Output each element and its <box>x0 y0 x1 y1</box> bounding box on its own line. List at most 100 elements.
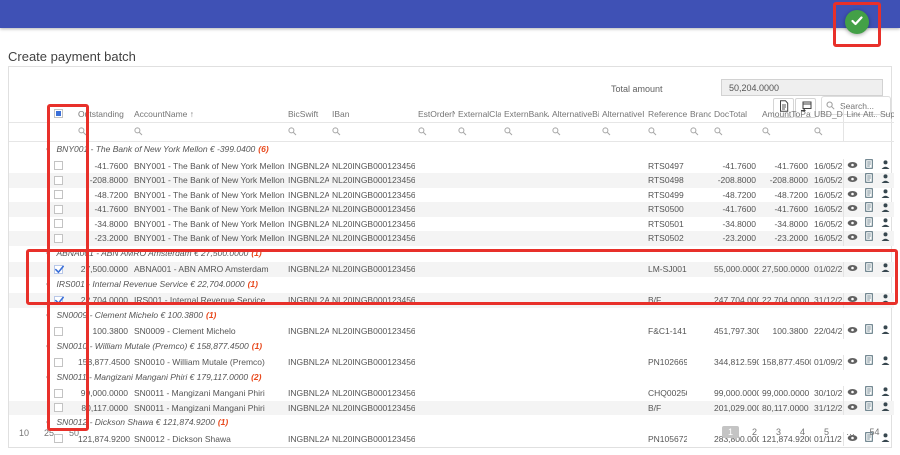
table-row[interactable]: -34.8000BNY001 - The Bank of New York Me… <box>9 217 894 232</box>
row-action-cell[interactable] <box>843 202 860 217</box>
select-all-checkbox[interactable] <box>54 109 63 118</box>
row-action-cell[interactable] <box>877 293 894 308</box>
row-action-cell[interactable] <box>877 262 894 277</box>
group-row[interactable]: ▾SN0011 - Mangizani Mangani Phiri € 179,… <box>9 370 894 387</box>
row-action-cell[interactable] <box>843 217 860 232</box>
attachment-icon[interactable] <box>865 264 873 274</box>
table-row[interactable]: 80,117.0000SN0011 - Mangizani Mangani Ph… <box>9 401 894 416</box>
checkbox-cell[interactable] <box>41 401 75 416</box>
column-header-bic[interactable]: BicSwift <box>285 105 329 123</box>
collapse-group-icon[interactable]: ▾ <box>46 282 50 289</box>
table-row[interactable]: 100.3800SN0009 - Clement MicheloINGBNL2A… <box>9 324 894 339</box>
row-checkbox[interactable] <box>54 296 63 305</box>
page-button-2[interactable]: 2 <box>746 426 763 438</box>
table-row[interactable]: 158,877.4500SN0010 - William Mutale (Pre… <box>9 355 894 370</box>
row-action-cell[interactable] <box>860 231 877 246</box>
row-action-cell[interactable] <box>860 159 877 174</box>
supplier-icon[interactable] <box>881 233 890 243</box>
view-lines-icon[interactable] <box>847 190 858 200</box>
group-row[interactable]: ▾IRS001 - Internal Revenue Service € 22,… <box>9 277 894 294</box>
row-action-cell[interactable] <box>877 159 894 174</box>
view-lines-icon[interactable] <box>847 295 858 305</box>
row-action-cell[interactable] <box>877 217 894 232</box>
row-action-cell[interactable] <box>877 324 894 339</box>
column-header-altbic[interactable]: AlternativeBicSwift <box>549 105 599 123</box>
supplier-icon[interactable] <box>881 190 890 200</box>
attachment-icon[interactable] <box>865 326 873 336</box>
filter-cell-extclaim[interactable] <box>455 123 501 142</box>
row-action-cell[interactable] <box>877 202 894 217</box>
supplier-icon[interactable] <box>881 357 890 367</box>
row-checkbox[interactable] <box>54 403 63 412</box>
column-header-lines[interactable]: Lines <box>843 105 860 123</box>
filter-cell-altbic[interactable] <box>549 123 599 142</box>
table-row[interactable]: 22,704.0000IRS001 - Internal Revenue Ser… <box>9 293 894 308</box>
table-row[interactable]: -41.7600BNY001 - The Bank of New York Me… <box>9 159 894 174</box>
attachment-icon[interactable] <box>865 233 873 243</box>
attachment-icon[interactable] <box>865 204 873 214</box>
row-action-cell[interactable] <box>843 231 860 246</box>
row-action-cell[interactable] <box>843 159 860 174</box>
group-row[interactable]: ▾SN0009 - Clement Michelo € 100.3800(1) <box>9 308 894 325</box>
collapse-group-icon[interactable]: ▾ <box>46 375 50 382</box>
filter-cell-amount[interactable] <box>759 123 811 142</box>
row-checkbox[interactable] <box>54 205 63 214</box>
page-button-4[interactable]: 4 <box>794 426 811 438</box>
attachment-icon[interactable] <box>865 295 873 305</box>
row-checkbox[interactable] <box>54 190 63 199</box>
supplier-icon[interactable] <box>881 175 890 185</box>
row-action-cell[interactable] <box>860 217 877 232</box>
column-header-reference[interactable]: Reference <box>645 105 687 123</box>
table-row[interactable]: 99,000.0000SN0011 - Mangizani Mangani Ph… <box>9 386 894 401</box>
row-action-cell[interactable] <box>843 401 860 416</box>
collapse-group-icon[interactable]: ▾ <box>46 147 50 154</box>
filter-cell-reference[interactable] <box>645 123 687 142</box>
attachment-icon[interactable] <box>865 403 873 413</box>
column-header-outstanding[interactable]: Outstanding <box>75 105 131 123</box>
column-header-extbank[interactable]: ExternBankAccount <box>501 105 549 123</box>
view-lines-icon[interactable] <box>847 219 858 229</box>
row-checkbox[interactable] <box>54 389 63 398</box>
checkbox-cell[interactable] <box>41 202 75 217</box>
column-header-att[interactable]: Att... <box>860 105 877 123</box>
row-action-cell[interactable] <box>860 173 877 188</box>
view-lines-icon[interactable] <box>847 357 858 367</box>
checkbox-cell[interactable] <box>41 293 75 308</box>
attachment-icon[interactable] <box>865 357 873 367</box>
column-header-sup[interactable]: Sup... <box>877 105 894 123</box>
page-button-5[interactable]: 5 <box>818 426 835 438</box>
table-row[interactable]: -41.7600BNY001 - The Bank of New York Me… <box>9 202 894 217</box>
page-size-option-10[interactable]: 10 <box>19 428 29 438</box>
page-button-3[interactable]: 3 <box>770 426 787 438</box>
group-row[interactable]: ▾BNY001 - The Bank of New York Mellon € … <box>9 142 894 159</box>
checkbox-cell[interactable] <box>41 262 75 277</box>
row-checkbox[interactable] <box>54 265 63 274</box>
page-button-54[interactable]: 54 <box>866 426 883 438</box>
filter-cell-account[interactable] <box>131 123 285 142</box>
checkbox-cell[interactable] <box>41 217 75 232</box>
filter-cell-iban[interactable] <box>329 123 415 142</box>
view-lines-icon[interactable] <box>847 403 858 413</box>
row-action-cell[interactable] <box>860 355 877 370</box>
supplier-icon[interactable] <box>881 403 890 413</box>
checkbox-cell[interactable] <box>41 173 75 188</box>
supplier-icon[interactable] <box>881 295 890 305</box>
column-header-amount[interactable]: AmountToPay <box>759 105 811 123</box>
view-lines-icon[interactable] <box>847 326 858 336</box>
view-lines-icon[interactable] <box>847 161 858 171</box>
row-action-cell[interactable] <box>843 355 860 370</box>
filter-cell-altiban[interactable] <box>599 123 645 142</box>
supplier-icon[interactable] <box>881 161 890 171</box>
row-action-cell[interactable] <box>860 386 877 401</box>
row-action-cell[interactable] <box>860 262 877 277</box>
row-action-cell[interactable] <box>860 324 877 339</box>
row-action-cell[interactable] <box>877 386 894 401</box>
checkbox-cell[interactable] <box>41 188 75 203</box>
supplier-icon[interactable] <box>881 204 890 214</box>
row-action-cell[interactable] <box>860 188 877 203</box>
total-amount-field[interactable] <box>721 79 883 96</box>
attachment-icon[interactable] <box>865 175 873 185</box>
column-header-doctotal[interactable]: DocTotal <box>711 105 759 123</box>
filter-cell-extbank[interactable] <box>501 123 549 142</box>
attachment-icon[interactable] <box>865 219 873 229</box>
